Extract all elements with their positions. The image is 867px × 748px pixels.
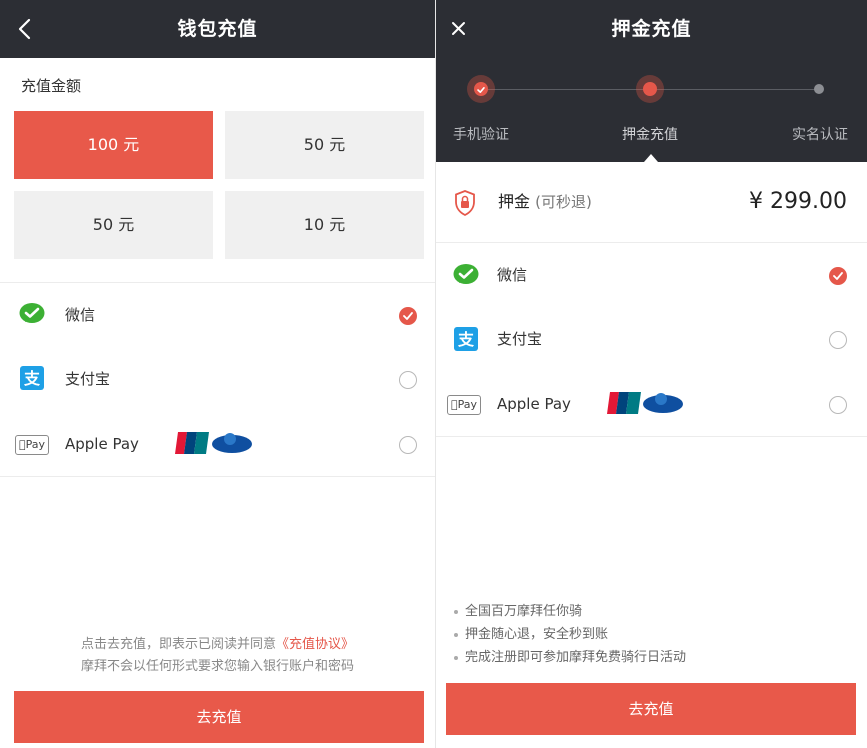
top-bar: 押金充值 手机验证 押金充值 实名认证: [436, 0, 867, 162]
benefits-list: 全国百万摩拜任你骑 押金随心退，安全秒到账 完成注册即可参加摩拜免费骑行日活动: [454, 600, 686, 669]
payment-option-applepay[interactable]: Pay Apple Pay: [0, 413, 435, 475]
page-title: 钱包充值: [177, 18, 258, 40]
agreement-text: 点击去充值，即表示已阅读并同意: [80, 637, 276, 652]
radio-unchecked[interactable]: [829, 331, 847, 349]
divider: [0, 282, 435, 283]
benefit-item: 押金随心退，安全秒到账: [454, 623, 686, 646]
unionpay-icon: [175, 432, 209, 454]
agreement-link[interactable]: 《充值协议》: [276, 637, 354, 652]
alipay-icon: 支: [454, 327, 478, 355]
payment-label-alipay: 支付宝: [497, 330, 543, 348]
divider: [436, 242, 867, 243]
amount-option-10[interactable]: 10 元: [225, 191, 424, 259]
bullet-dot: [454, 655, 458, 660]
amount-option-100[interactable]: 100 元: [14, 111, 213, 179]
deposit-recharge-screen: 押金充值 手机验证 押金充值 实名认证 押金 (可秒退) ¥ 299.00 微信: [436, 0, 867, 748]
step-done-indicator: [467, 75, 495, 103]
step-label-realname: 实名认证: [792, 127, 848, 143]
deposit-label: 押金 (可秒退): [498, 162, 592, 242]
deposit-row: 押金 (可秒退) ¥ 299.00: [436, 162, 867, 242]
payment-option-wechat[interactable]: 微信: [0, 284, 435, 346]
apple-pay-icon: Pay: [15, 433, 49, 455]
payment-option-alipay[interactable]: 支 支付宝: [436, 308, 867, 370]
bullet-dot: [454, 609, 458, 614]
recharge-button[interactable]: 去充值: [14, 691, 424, 743]
page-title: 押金充值: [611, 18, 692, 40]
radio-unchecked[interactable]: [399, 371, 417, 389]
recharge-button[interactable]: 去充值: [446, 683, 856, 735]
radio-checked[interactable]: [829, 267, 847, 285]
wechat-icon: [19, 302, 45, 330]
unionpay-icon: [607, 392, 641, 414]
agreement-note: 点击去充值，即表示已阅读并同意《充值协议》 摩拜不会以任何形式要求您输入银行账户…: [0, 634, 435, 678]
benefit-text: 全国百万摩拜任你骑: [465, 604, 583, 619]
quickpass-icon: [642, 392, 684, 414]
amount-option-50-b[interactable]: 50 元: [14, 191, 213, 259]
payment-label-wechat: 微信: [65, 306, 96, 324]
benefit-text: 完成注册即可参加摩拜免费骑行日活动: [465, 650, 687, 665]
deposit-note: (可秒退): [535, 193, 592, 211]
quickpass-icon: [211, 432, 253, 454]
svg-text:支: 支: [457, 330, 475, 349]
benefit-text: 押金随心退，安全秒到账: [465, 627, 609, 642]
payment-label-alipay: 支付宝: [65, 370, 111, 388]
apple-pay-icon: Pay: [447, 393, 481, 415]
top-bar: 钱包充值: [0, 0, 435, 58]
radio-checked[interactable]: [399, 307, 417, 325]
payment-label-applepay: Apple Pay: [65, 435, 139, 453]
wechat-icon: [453, 263, 479, 291]
step-pending-indicator: [814, 84, 824, 94]
benefit-item: 完成注册即可参加摩拜免费骑行日活动: [454, 646, 686, 669]
payment-label-applepay: Apple Pay: [497, 395, 571, 413]
benefit-item: 全国百万摩拜任你骑: [454, 600, 686, 623]
divider: [436, 436, 867, 437]
payment-label-wechat: 微信: [497, 266, 528, 284]
apple-pay-badge-text: Pay: [19, 438, 45, 451]
divider: [0, 476, 435, 477]
step-caret: [644, 154, 658, 162]
bullet-dot: [454, 632, 458, 637]
step-label-phone: 手机验证: [453, 127, 509, 143]
payment-option-alipay[interactable]: 支 支付宝: [0, 348, 435, 410]
radio-unchecked[interactable]: [829, 396, 847, 414]
alipay-icon: 支: [20, 366, 44, 394]
progress-steps: 手机验证 押金充值 实名认证: [436, 58, 867, 162]
radio-unchecked[interactable]: [399, 436, 417, 454]
wallet-recharge-screen: 钱包充值 充值金额 100 元 50 元 50 元 10 元 微信 支 支付宝 …: [0, 0, 436, 748]
apple-logo-icon: : [451, 398, 458, 411]
amount-option-50-a[interactable]: 50 元: [225, 111, 424, 179]
payment-option-applepay[interactable]: Pay Apple Pay: [436, 373, 867, 435]
step-current-indicator: [636, 75, 664, 103]
svg-text:支: 支: [23, 369, 41, 388]
security-note: 摩拜不会以任何形式要求您输入银行账户和密码: [80, 659, 354, 674]
shield-lock-icon: [454, 190, 476, 220]
deposit-amount: ¥ 299.00: [749, 189, 847, 214]
apple-logo-icon: : [19, 438, 26, 451]
step-label-deposit: 押金充值: [622, 127, 678, 143]
deposit-title: 押金: [498, 192, 531, 211]
payment-option-wechat[interactable]: 微信: [436, 244, 867, 306]
amount-section-label: 充值金额: [21, 77, 82, 95]
apple-pay-badge-text: Pay: [451, 398, 477, 411]
